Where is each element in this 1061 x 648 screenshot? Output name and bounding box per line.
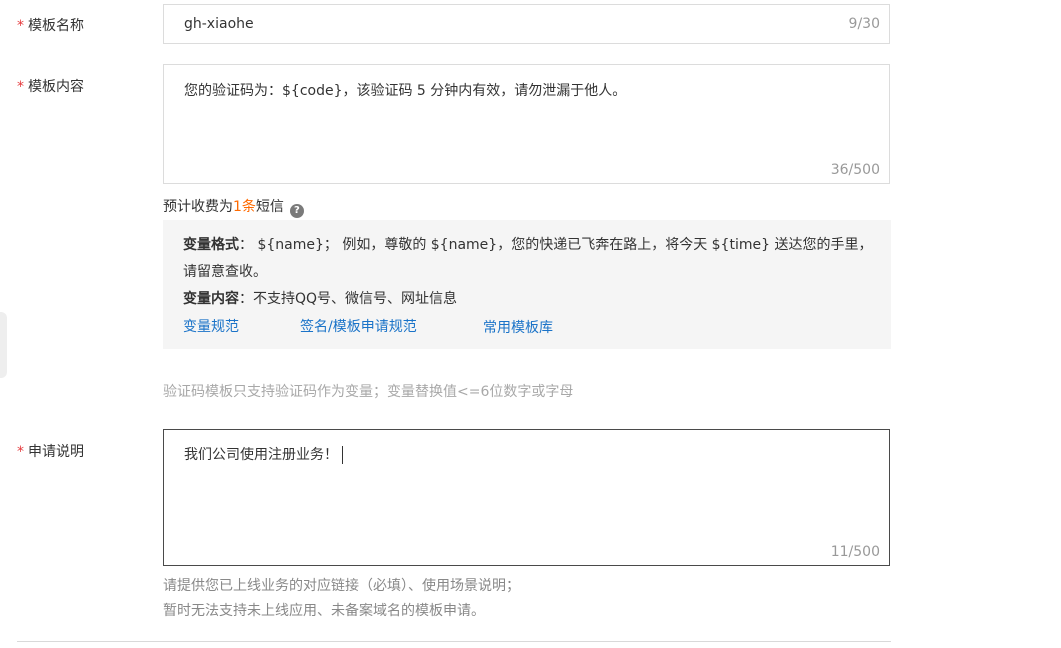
variable-format-line: 变量格式： ${name}； 例如，尊敬的 ${name}，您的快递已飞奔在路上… — [183, 234, 872, 254]
variable-format-line-2: 请留意查收。 — [183, 264, 267, 280]
variable-spec-link[interactable]: 变量规范 — [183, 316, 239, 336]
application-note-hint-2: 暂时无法支持未上线应用、未备案域名的模板申请。 — [163, 603, 485, 619]
template-content-value: 您的验证码为：${code}，该验证码 5 分钟内有效，请勿泄漏于他人。 — [184, 83, 627, 99]
application-note-label: * 申请说明 — [17, 441, 84, 461]
variable-format-text: ： ${name}； 例如，尊敬的 ${name}，您的快递已飞奔在路上，将今天… — [239, 237, 873, 253]
application-note-value: 我们公司使用注册业务！ — [184, 444, 343, 464]
application-note-label-text: 申请说明 — [28, 444, 84, 460]
required-mark: * — [17, 79, 24, 95]
template-content-label: * 模板内容 — [17, 76, 84, 96]
variable-info-box: 变量格式： ${name}； 例如，尊敬的 ${name}，您的快递已飞奔在路上… — [163, 220, 891, 349]
required-mark: * — [17, 444, 24, 460]
signature-template-spec-link[interactable]: 签名/模板申请规范 — [300, 316, 417, 336]
variable-content-label: 变量内容 — [183, 291, 239, 307]
template-name-value: gh-xiaohe — [184, 16, 254, 32]
application-note-hint-1: 请提供您已上线业务的对应链接（必填）、使用场景说明； — [163, 578, 520, 594]
application-note-textarea[interactable]: 我们公司使用注册业务！ 11/500 — [163, 429, 890, 566]
template-content-counter: 36/500 — [830, 162, 880, 178]
template-name-label: * 模板名称 — [17, 15, 84, 35]
code-template-hint: 验证码模板只支持验证码作为变量；变量替换值<=6位数字或字母 — [163, 384, 574, 400]
required-mark: * — [17, 18, 24, 34]
application-note-text: 我们公司使用注册业务！ — [184, 447, 338, 463]
template-name-label-text: 模板名称 — [28, 18, 84, 34]
variable-content-text: ：不支持QQ号、微信号、网址信息 — [239, 291, 458, 307]
variable-format-label: 变量格式 — [183, 237, 239, 253]
fee-suffix: 短信 — [255, 199, 284, 215]
template-name-input[interactable]: gh-xiaohe 9/30 — [163, 4, 890, 44]
template-name-counter: 9/30 — [848, 16, 880, 32]
template-content-label-text: 模板内容 — [28, 79, 84, 95]
variable-content-line: 变量内容：不支持QQ号、微信号、网址信息 — [183, 288, 457, 308]
fee-count: 1条 — [233, 199, 256, 215]
fee-estimate: 预计收费为1条短信? — [163, 196, 304, 218]
help-icon[interactable]: ? — [289, 204, 304, 218]
common-template-library-link[interactable]: 常用模板库 — [483, 317, 553, 337]
text-cursor — [342, 446, 343, 464]
application-note-counter: 11/500 — [830, 544, 880, 560]
side-edge-tab — [0, 312, 7, 378]
template-content-textarea[interactable]: 您的验证码为：${code}，该验证码 5 分钟内有效，请勿泄漏于他人。 36/… — [163, 64, 890, 184]
section-divider — [17, 641, 891, 642]
fee-prefix: 预计收费为 — [163, 199, 233, 215]
